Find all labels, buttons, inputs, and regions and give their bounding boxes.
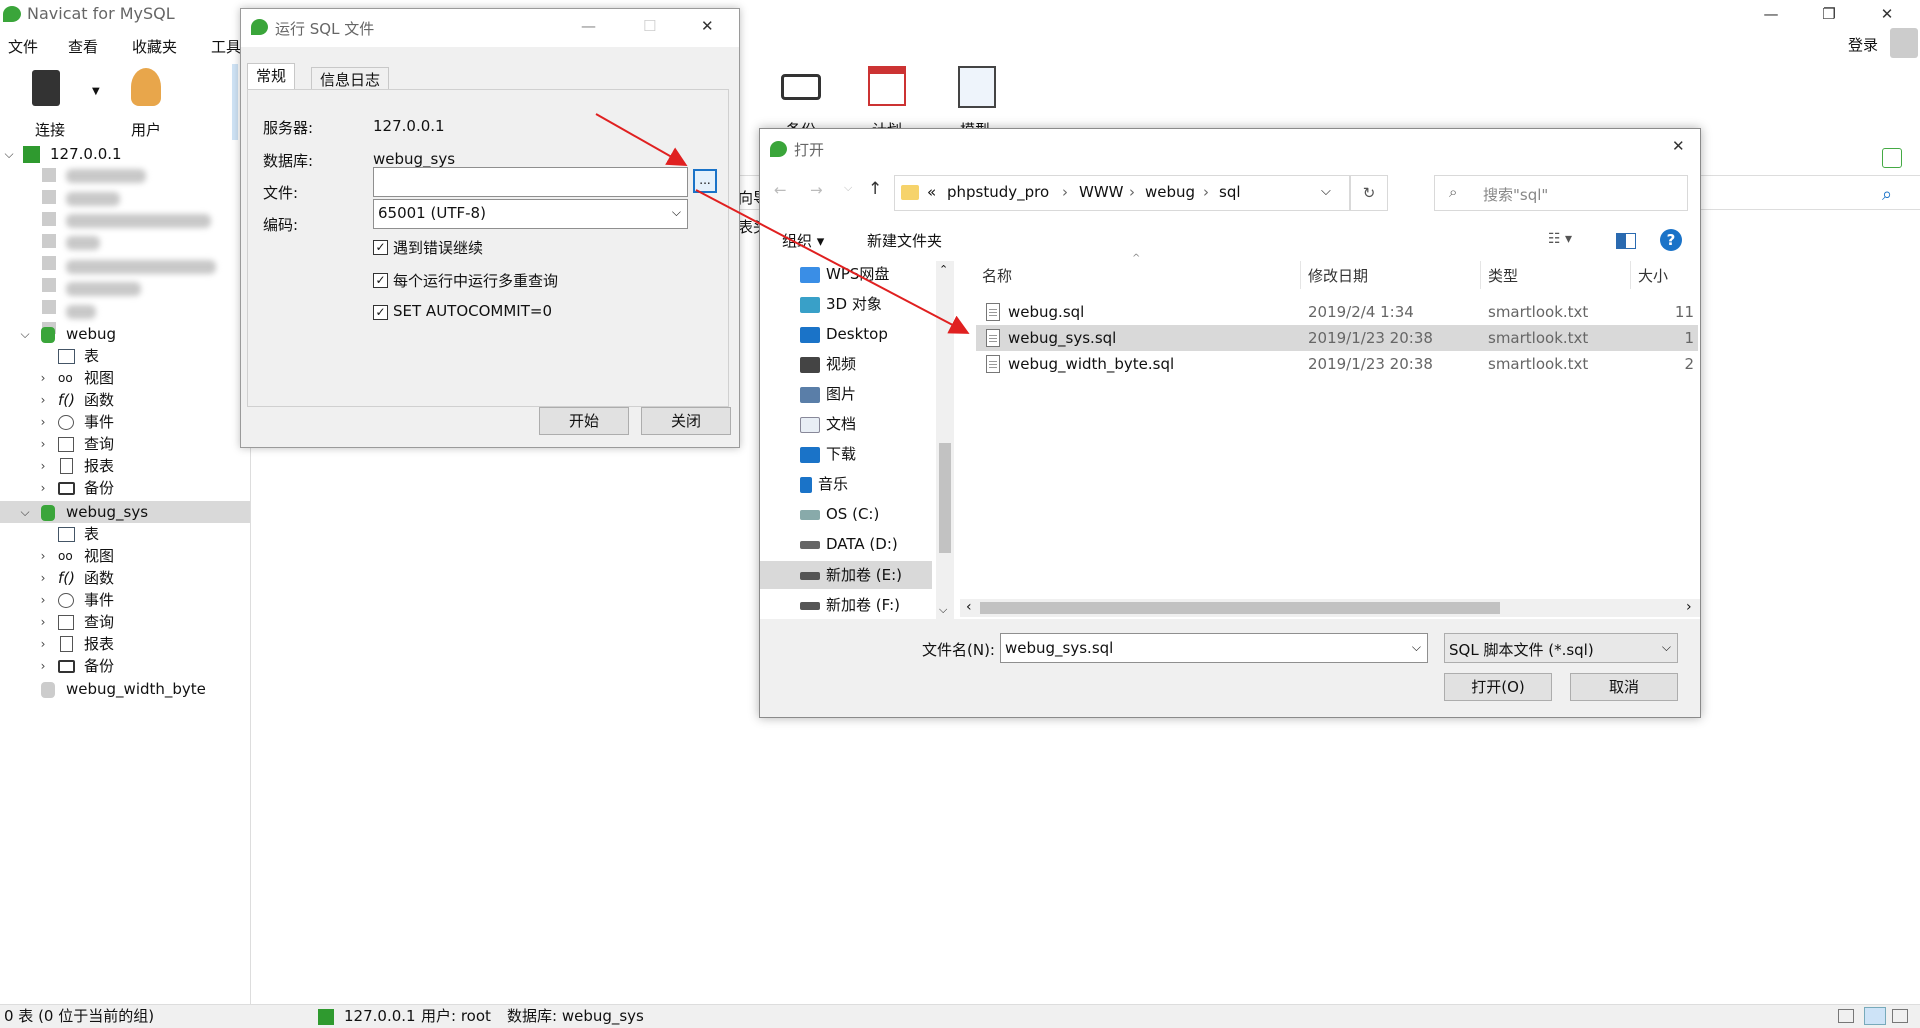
annotation-arrow: [595, 113, 688, 166]
annotation-arrow: [695, 189, 970, 334]
annotation-arrows: [595, 113, 970, 334]
